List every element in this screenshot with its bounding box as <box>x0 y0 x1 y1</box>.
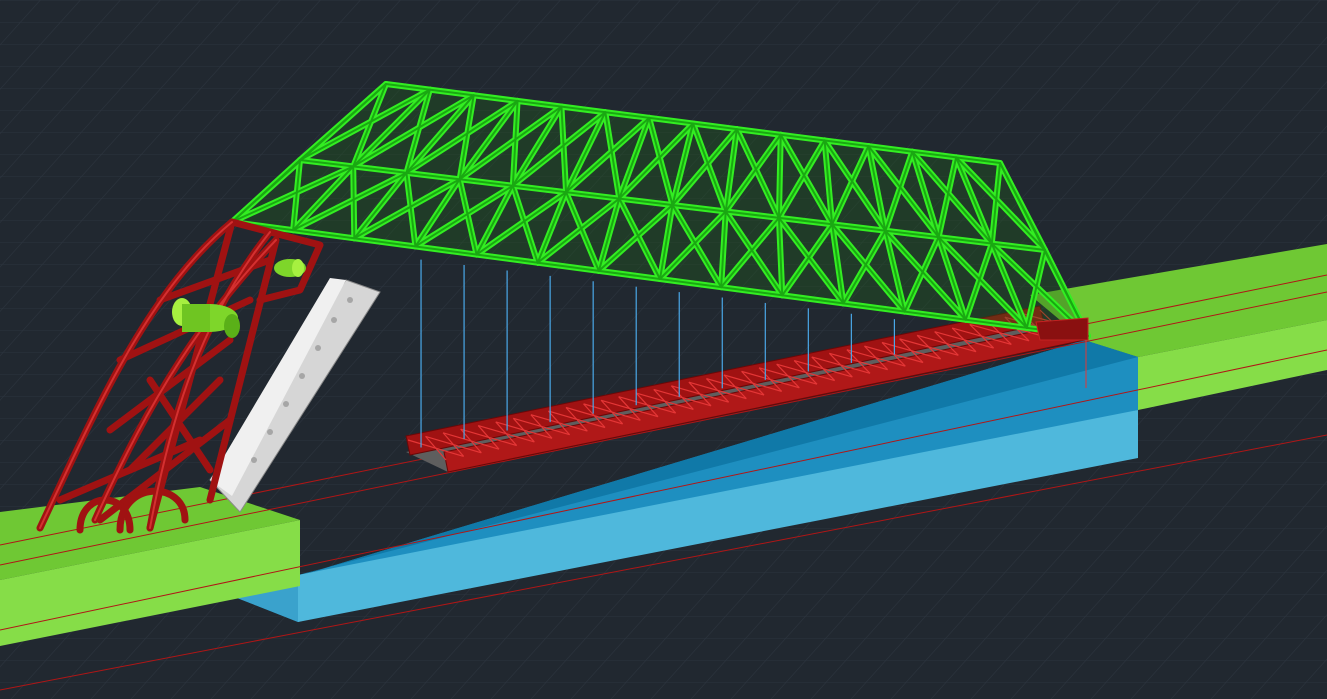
cad-3d-viewport[interactable] <box>0 0 1327 699</box>
truss-diagonal-lower-shade <box>352 165 356 240</box>
model-canvas[interactable] <box>0 0 1327 699</box>
